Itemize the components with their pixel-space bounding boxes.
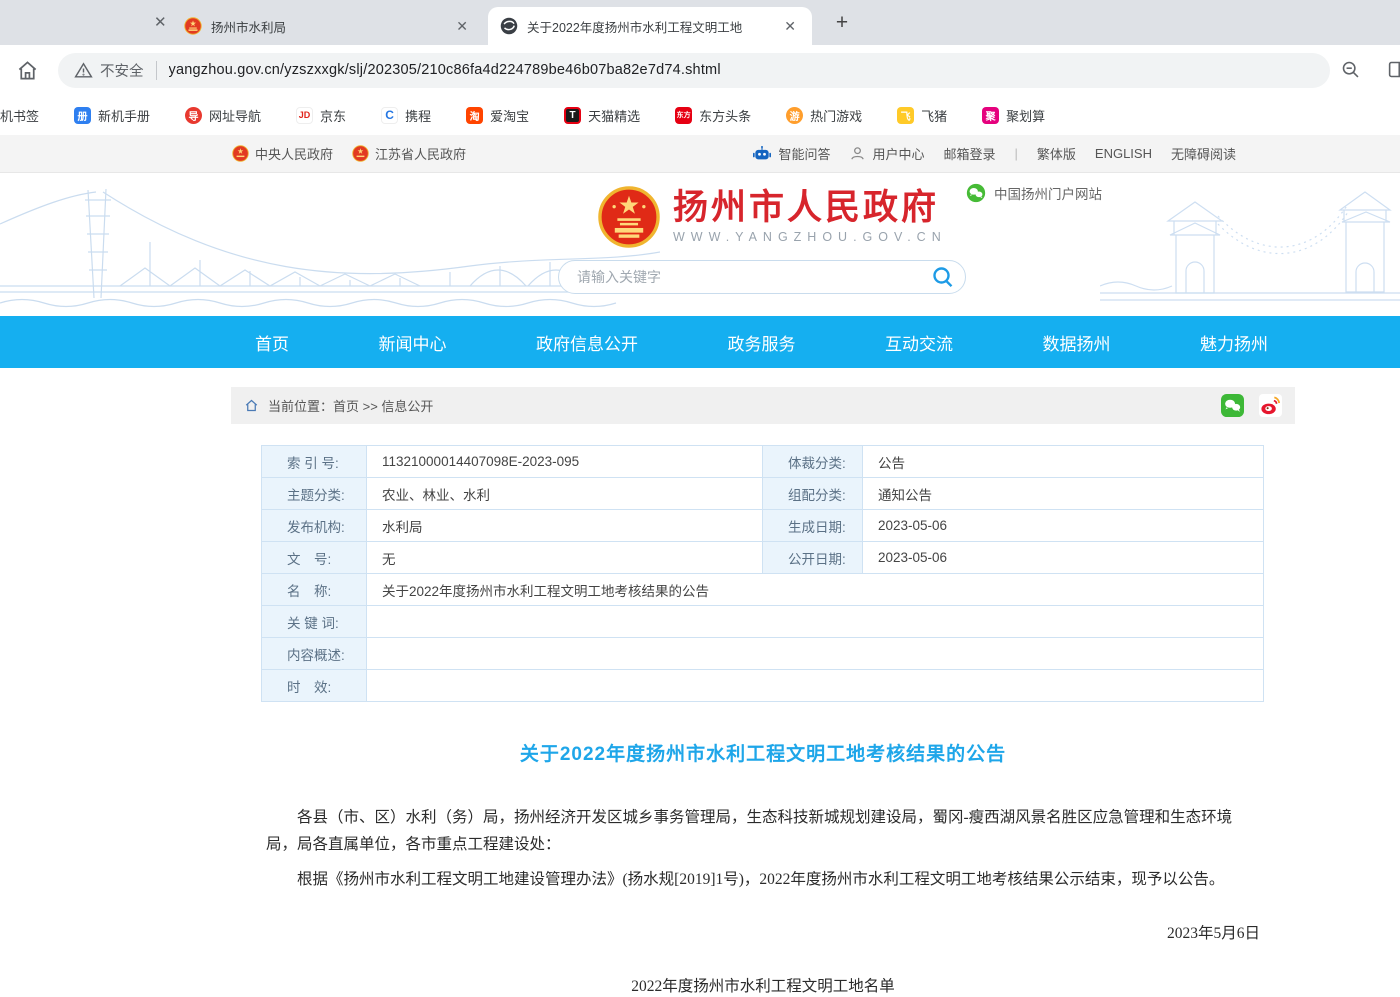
taobao-favicon: 淘: [466, 107, 483, 124]
emblem-icon: [232, 145, 249, 162]
address-bar[interactable]: 不安全 yangzhou.gov.cn/yzszxxgk/slj/202305/…: [58, 53, 1330, 88]
robot-icon: [752, 144, 772, 164]
nav-news-center[interactable]: 新闻中心: [379, 330, 447, 355]
document-meta-table: 索 引 号: 11321000014407098E-2023-095 体裁分类:…: [261, 445, 1264, 702]
insecure-warning-icon: [74, 61, 93, 80]
hot-games-favicon: 游: [786, 107, 803, 124]
accessibility-link[interactable]: 无障碍阅读: [1171, 144, 1236, 163]
new-tab-button[interactable]: +: [828, 9, 856, 37]
tab-close-icon[interactable]: ✕: [780, 17, 800, 36]
article-title: 关于2022年度扬州市水利工程文明工地考核结果的公告: [266, 739, 1260, 766]
nav-interaction[interactable]: 互动交流: [885, 330, 953, 355]
site-url-text: WWW.YANGZHOU.GOV.CN: [673, 230, 947, 244]
zoom-out-icon[interactable]: [1340, 59, 1361, 80]
breadcrumb-text: 当前位置：首页 >> 信息公开: [268, 396, 433, 415]
article-paragraph: 根据《扬州市水利工程文明工地建设管理办法》(扬水规[2019]1号)，2022年…: [266, 867, 1260, 894]
home-icon: [244, 398, 259, 413]
site-search: [558, 260, 966, 294]
national-emblem-icon: [598, 186, 660, 248]
emblem-icon: [352, 145, 369, 162]
bookmark-url-nav[interactable]: 导网址导航: [185, 106, 261, 125]
breadcrumb: 当前位置：首页 >> 信息公开: [231, 387, 1295, 424]
bookmark-juhuasuan[interactable]: 聚聚划算: [982, 106, 1045, 125]
juhuasuan-favicon: 聚: [982, 107, 999, 124]
nav-charming-yangzhou[interactable]: 魅力扬州: [1200, 330, 1268, 355]
search-input[interactable]: [575, 268, 931, 286]
bookmark-fliggy[interactable]: 飞飞猪: [897, 106, 947, 125]
article-date: 2023年5月6日: [266, 921, 1260, 943]
search-button[interactable]: [931, 265, 955, 289]
bookmark-east-toutiao[interactable]: 东方东方头条: [675, 106, 751, 125]
browser-toolbar: 不安全 yangzhou.gov.cn/yzszxxgk/slj/202305/…: [0, 45, 1400, 95]
meta-row: 名 称: 关于2022年度扬州市水利工程文明工地考核结果的公告: [262, 574, 1263, 606]
ctrip-favicon: C: [381, 107, 398, 124]
security-label: 不安全: [100, 60, 144, 81]
bookmark-mobile[interactable]: 机书签: [0, 106, 39, 125]
bookmarks-bar: 机书签 册新机手册 导网址导航 JD京东 C携程 淘爱淘宝 T天猫精选 东方东方…: [0, 95, 1400, 135]
tab-close-icon[interactable]: ✕: [148, 11, 173, 33]
browser-tab-announcement-active[interactable]: 关于2022年度扬州市水利工程文明工地 ✕: [488, 7, 812, 45]
tab-close-icon[interactable]: ✕: [452, 17, 472, 36]
nav-home[interactable]: 首页: [255, 330, 289, 355]
gov-top-bar: 中央人民政府 江苏省人民政府 智能问答 用户中心 邮箱登录 | 繁体版 ENGL…: [0, 135, 1400, 173]
wechat-icon: [966, 183, 986, 203]
article-paragraph: 各县（市、区）水利（务）局，扬州经济开发区城乡事务管理局，生态科技新城规划建设局…: [266, 805, 1260, 858]
link-jiangsu-gov[interactable]: 江苏省人民政府: [352, 144, 466, 163]
worksite-list-heading: 2022年度扬州市水利工程文明工地名单: [266, 974, 1260, 996]
tab-title: 扬州市水利局: [211, 17, 443, 36]
jd-favicon: JD: [296, 107, 313, 124]
url-text: yangzhou.gov.cn/yzszxxgk/slj/202305/210c…: [169, 62, 721, 78]
meta-row: 文 号: 无 公开日期: 2023-05-06: [262, 542, 1263, 574]
weibo-share-icon[interactable]: [1259, 394, 1282, 417]
traditional-chinese-link[interactable]: 繁体版: [1037, 144, 1076, 163]
tmall-favicon: T: [564, 107, 581, 124]
bridge-line-art-right: [1100, 176, 1400, 316]
announcement-article: 关于2022年度扬州市水利工程文明工地考核结果的公告 各县（市、区）水利（务）局…: [266, 739, 1260, 996]
main-navigation: 首页 新闻中心 政府信息公开 政务服务 互动交流 数据扬州 魅力扬州: [0, 316, 1400, 368]
east-toutiao-favicon: 东方: [675, 107, 692, 124]
smart-qa-link[interactable]: 智能问答: [752, 144, 830, 164]
meta-row: 发布机构: 水利局 生成日期: 2023-05-06: [262, 510, 1263, 542]
announcement-page-favicon: [500, 17, 518, 35]
browser-tab-strip: ✕ 扬州市水利局 ✕ 关于2022年度扬州市水利工程文明工地 ✕ +: [0, 0, 1400, 45]
url-nav-favicon: 导: [185, 107, 202, 124]
browser-tab-slj[interactable]: 扬州市水利局 ✕: [172, 7, 484, 45]
wechat-share-icon[interactable]: [1221, 394, 1244, 417]
site-header: 扬州市人民政府 WWW.YANGZHOU.GOV.CN 中国扬州门户网站: [0, 173, 1400, 316]
omnibox-divider: [156, 61, 157, 80]
site-title: 扬州市人民政府: [673, 190, 947, 225]
fliggy-favicon: 飞: [897, 107, 914, 124]
page-content: 当前位置：首页 >> 信息公开 索 引 号: 11321000014407098…: [231, 387, 1295, 996]
meta-row: 时 效:: [262, 670, 1263, 702]
user-icon: [849, 145, 866, 162]
edge-partial-icon[interactable]: [1387, 59, 1400, 80]
mail-login-link[interactable]: 邮箱登录: [943, 144, 995, 163]
meta-row: 关 键 词:: [262, 606, 1263, 638]
tab-title: 关于2022年度扬州市水利工程文明工地: [527, 17, 771, 36]
bookmark-ctrip[interactable]: C携程: [381, 106, 431, 125]
link-central-gov[interactable]: 中央人民政府: [232, 144, 333, 163]
meta-row: 索 引 号: 11321000014407098E-2023-095 体裁分类:…: [262, 446, 1263, 478]
bookmark-manual[interactable]: 册新机手册: [74, 106, 150, 125]
user-center-link[interactable]: 用户中心: [849, 144, 924, 163]
meta-row: 内容概述:: [262, 638, 1263, 670]
nav-data-yangzhou[interactable]: 数据扬州: [1043, 330, 1111, 355]
gov-emblem-favicon: [184, 17, 202, 35]
bookmark-jd[interactable]: JD京东: [296, 106, 346, 125]
nav-gov-info-disclosure[interactable]: 政府信息公开: [536, 330, 638, 355]
home-button[interactable]: [10, 53, 44, 87]
gov-bar-divider: |: [1015, 146, 1018, 161]
bookmark-tmall[interactable]: T天猫精选: [564, 106, 640, 125]
bookmark-taobao[interactable]: 淘爱淘宝: [466, 106, 529, 125]
nav-gov-services[interactable]: 政务服务: [728, 330, 796, 355]
portal-link[interactable]: 中国扬州门户网站: [966, 183, 1102, 203]
english-link[interactable]: ENGLISH: [1095, 146, 1152, 161]
site-logo[interactable]: 扬州市人民政府 WWW.YANGZHOU.GOV.CN: [598, 186, 947, 248]
manual-favicon: 册: [74, 107, 91, 124]
meta-row: 主题分类: 农业、林业、水利 组配分类: 通知公告: [262, 478, 1263, 510]
bookmark-hot-games[interactable]: 游热门游戏: [786, 106, 862, 125]
bridge-line-art-left: [0, 186, 660, 316]
